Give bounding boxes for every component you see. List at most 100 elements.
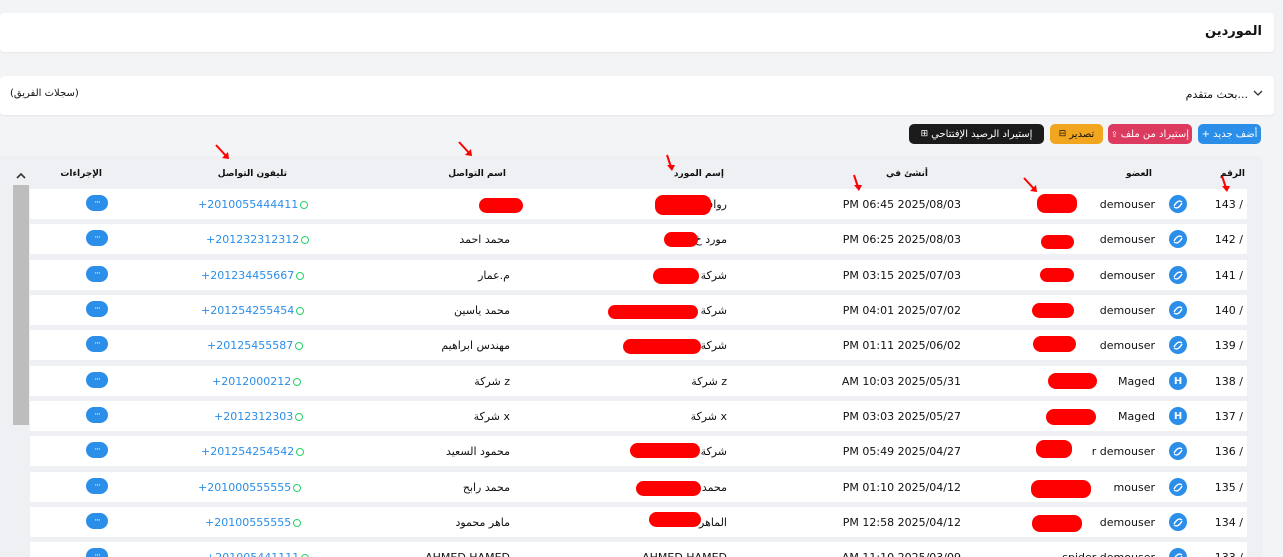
import-opening-balance-button[interactable]: ⊞ إستيراد الرصيد الإفتتاحي [909,124,1044,144]
whatsapp-icon[interactable] [301,553,310,557]
member-name: demouser [1099,339,1155,352]
advanced-search-panel[interactable]: بحث متقدم... (سجلات الفريق) [0,76,1274,115]
header-contact-name[interactable]: اسم التواصل [448,169,506,179]
header-member[interactable]: العضو [1126,169,1152,179]
contact-phone-link[interactable]: +201005441111 [206,551,310,557]
member-logo-icon [1169,442,1187,460]
contact-phone-link[interactable]: +20125455587 [207,339,304,352]
whatsapp-icon[interactable] [293,518,302,527]
row-actions-button[interactable]: ··· [86,230,108,246]
whatsapp-icon[interactable] [295,341,304,350]
whatsapp-icon[interactable] [300,200,309,209]
contact-phone-link[interactable]: +201005544441​1 [198,198,309,211]
contact-name: محمد رابح [462,481,510,494]
export-icon: ⊟ [1058,129,1067,139]
phone-number[interactable]: +201000555555 [198,481,291,494]
contact-phone-link[interactable]: +201232312312 [206,233,310,246]
upload-icon: ⇪ [1111,129,1118,139]
contact-phone-link[interactable]: +201000555555 [198,481,302,494]
red-arrow-icon [215,144,229,159]
whatsapp-icon[interactable] [296,271,305,280]
contact-phone-link[interactable]: +201254254542 [201,445,305,458]
redaction-mark [1032,515,1082,532]
member-logo-icon [1169,195,1187,213]
member-logo-icon [1169,336,1187,354]
row-actions-button[interactable]: ··· [86,372,108,388]
contact-phone-link[interactable]: +2012000212 [212,375,302,388]
phone-number[interactable]: +2012312303 [214,410,293,423]
export-label: تصدير [1069,128,1095,140]
phone-number[interactable]: +201232312312 [206,233,299,246]
supplier-name[interactable]: شركة [701,304,727,317]
row-actions-button[interactable]: ··· [86,407,108,423]
phone-number[interactable]: +201005544441​1 [198,198,298,211]
chevron-down-icon[interactable] [1252,87,1264,99]
header-supplier-name[interactable]: إسم المورد [674,169,724,179]
contact-phone-link[interactable]: +2012312303 [214,410,304,423]
header-contact-phone[interactable]: تليفون التواصل [218,169,287,179]
contact-name: محمود السعيد [445,445,510,458]
phone-number[interactable]: +201005441111 [206,551,299,557]
row-actions-button[interactable]: ··· [86,478,108,494]
phone-number[interactable]: +20100555555 [205,516,291,529]
contact-phone-link[interactable]: +201254255454 [201,304,305,317]
import-file-button[interactable]: ⇪ إستيراد من ملف [1108,124,1192,144]
supplier-name[interactable]: شركة [701,445,727,458]
redaction-mark [1041,235,1074,249]
row-actions-button[interactable]: ··· [86,336,108,352]
whatsapp-icon[interactable] [296,306,305,315]
supplier-name[interactable]: شركة [701,269,727,282]
supplier-name[interactable]: شركة x [691,410,727,423]
more-icon: ··· [94,198,101,208]
whatsapp-icon[interactable] [293,377,302,386]
supplier-name[interactable]: شركة z [691,375,727,388]
whatsapp-icon[interactable] [295,412,304,421]
member-avatar: H [1169,407,1187,425]
row-actions-button[interactable]: ··· [86,548,108,557]
more-icon: ··· [94,445,101,455]
table-row[interactable]: 133 / spider demouser AM 11:10 2025/03/0… [30,542,1247,557]
row-actions-button[interactable]: ··· [86,513,108,529]
whatsapp-icon[interactable] [296,447,305,456]
whatsapp-icon[interactable] [301,235,310,244]
row-actions-button[interactable]: ··· [86,301,108,317]
supplier-name[interactable]: محمد [702,481,727,494]
created-at: PM 03:15 2025/07/03 [842,269,961,282]
more-icon: ··· [94,410,101,420]
supplier-name[interactable]: شركة [701,339,727,352]
export-button[interactable]: ⊟ تصدير [1050,124,1103,144]
phone-number[interactable]: +20125455587 [207,339,293,352]
phone-number[interactable]: +201254254542 [201,445,294,458]
avatar-letter: H [1173,410,1183,422]
advanced-search-toggle[interactable]: بحث متقدم... [1186,88,1248,101]
supplier-name[interactable]: مورد خ [695,233,727,246]
row-actions-button[interactable]: ··· [86,195,108,211]
redaction-mark [479,198,523,213]
contact-phone-link[interactable]: +20100555555 [205,516,302,529]
member-name: mouser [1113,481,1155,494]
page-title: الموردين [1205,24,1262,39]
team-logs-link[interactable]: (سجلات الفريق) [10,88,79,99]
created-at: PM 06:25 2025/08/03 [842,233,961,246]
row-actions-button[interactable]: ··· [86,266,108,282]
add-new-button[interactable]: + أضف جديد [1198,124,1261,144]
contact-phone-link[interactable]: +201234455667 [201,269,305,282]
member-logo-icon [1169,230,1187,248]
redaction-mark [1046,409,1096,425]
redaction-mark [630,443,700,458]
redaction-mark [655,195,711,215]
supplier-name[interactable]: AHMED HAMED [642,551,727,557]
table-scrollbar-thumb[interactable] [13,185,29,425]
red-arrow-icon [1221,175,1230,192]
header-created[interactable]: أنشئ في [886,169,928,179]
phone-number[interactable]: +2012000212 [212,375,291,388]
red-arrow-icon [666,154,675,171]
row-actions-button[interactable]: ··· [86,442,108,458]
whatsapp-icon[interactable] [293,483,302,492]
chevron-up-icon[interactable] [13,168,29,184]
add-new-label: + أضف جديد [1201,128,1258,140]
avatar-letter: H [1173,375,1183,387]
phone-number[interactable]: +201234455667 [201,269,294,282]
phone-number[interactable]: +201254255454 [201,304,294,317]
supplier-name[interactable]: الماهر [699,516,727,529]
